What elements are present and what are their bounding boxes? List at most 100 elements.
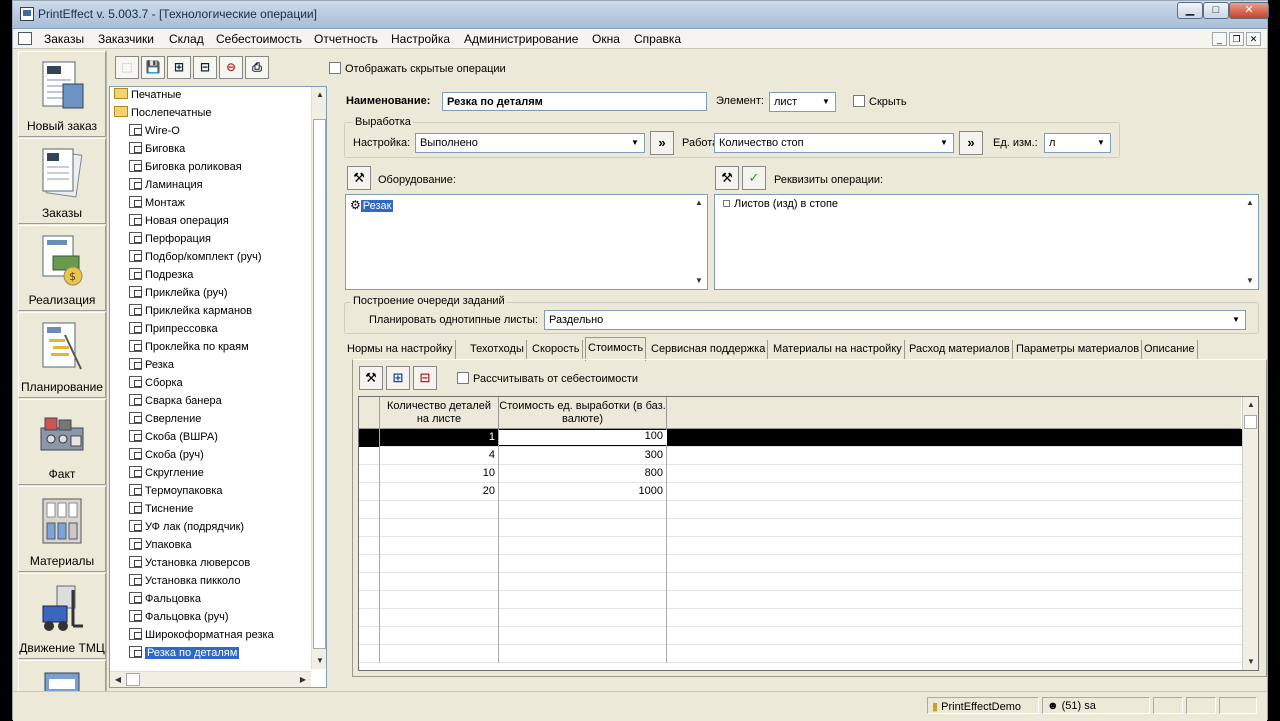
table-row[interactable]: 4 300 — [359, 447, 1242, 465]
tree-item[interactable]: Проклейка по краям — [129, 339, 249, 357]
scroll-right-icon[interactable]: ▶ — [295, 672, 311, 687]
nav-sales[interactable]: $ Реализация — [18, 225, 106, 311]
setup-select[interactable]: Выполнено ▼ — [415, 133, 645, 153]
scroll-down-icon[interactable]: ▼ — [312, 653, 326, 669]
scroll-up-icon[interactable]: ▲ — [312, 87, 326, 103]
cost-tools-button[interactable]: ⚒ — [359, 366, 383, 390]
scroll-thumb[interactable] — [126, 673, 140, 686]
unit-select[interactable]: л ▼ — [1044, 133, 1111, 153]
tree-item[interactable]: Подбор/комплект (руч) — [129, 249, 261, 267]
qty-cell[interactable]: 10 — [380, 467, 499, 479]
tab-description[interactable]: Описание — [1142, 340, 1198, 360]
tree-hscroll[interactable]: ◀ ▶ — [110, 671, 311, 687]
tree-item[interactable]: Wire-O — [129, 123, 180, 141]
row-indicator[interactable] — [359, 627, 380, 645]
nav-fact[interactable]: Факт — [18, 399, 106, 485]
list-item[interactable]: Листов (изд) в стопе — [723, 198, 838, 210]
work-select[interactable]: Количество стоп ▼ — [714, 133, 954, 153]
add-child-button[interactable]: ⊟ — [193, 56, 217, 79]
tree-item[interactable]: Широкоформатная резка — [129, 627, 274, 645]
table-row[interactable] — [359, 591, 1242, 609]
menu-cost[interactable]: Себестоимость — [216, 32, 302, 46]
menu-customers[interactable]: Заказчики — [98, 32, 154, 46]
tree-item[interactable]: Новая операция — [129, 213, 229, 231]
delete-row-button[interactable]: ⊟ — [413, 366, 437, 390]
tree-item[interactable]: Монтаж — [129, 195, 185, 213]
tree-item[interactable]: Упаковка — [129, 537, 192, 555]
plan-select[interactable]: Раздельно ▼ — [544, 310, 1246, 330]
tree-folder[interactable]: Послепечатные — [114, 105, 212, 123]
row-indicator[interactable] — [359, 483, 380, 501]
table-row[interactable] — [359, 573, 1242, 591]
menu-windows[interactable]: Окна — [592, 32, 620, 46]
title-bar[interactable]: PrintEffect v. 5.003.7 - [Технологически… — [13, 1, 1269, 29]
tree-item[interactable]: Биговка — [129, 141, 185, 159]
tree-item[interactable]: Резка по деталям — [129, 645, 240, 663]
show-hidden-checkbox[interactable]: Отображать скрытые операции — [329, 62, 506, 75]
menu-orders[interactable]: Заказы — [44, 32, 84, 46]
requisites-tools-button[interactable]: ⚒ — [715, 166, 739, 190]
scroll-down-icon[interactable]: ▼ — [1243, 654, 1258, 670]
tree-item[interactable]: Фальцовка — [129, 591, 201, 609]
tree-item[interactable]: Термоупаковка — [129, 483, 223, 501]
calc-from-cost-checkbox[interactable]: Рассчитывать от себестоимости — [457, 372, 638, 385]
nav-materials[interactable]: Материалы — [18, 486, 106, 572]
scroll-up-icon[interactable]: ▲ — [1242, 195, 1258, 211]
table-row[interactable] — [359, 645, 1242, 663]
price-cell[interactable]: 800 — [499, 467, 667, 479]
scroll-thumb[interactable] — [1244, 415, 1257, 429]
scroll-left-icon[interactable]: ◀ — [110, 672, 126, 687]
scroll-up-icon[interactable]: ▲ — [1243, 397, 1258, 413]
save-button[interactable]: 💾 — [141, 56, 165, 79]
confirm-check-button[interactable]: ✓ — [742, 166, 766, 190]
tree-item[interactable]: Биговка роликовая — [129, 159, 242, 177]
menu-warehouse[interactable]: Склад — [169, 32, 204, 46]
cost-grid[interactable]: Количество деталей на листе Стоимость ед… — [358, 396, 1259, 671]
table-row[interactable]: 1 100 — [359, 429, 1242, 447]
mdi-close-button[interactable]: ✕ — [1246, 32, 1261, 46]
row-indicator[interactable] — [359, 519, 380, 537]
menu-admin[interactable]: Администрирование — [464, 32, 578, 46]
tree-item[interactable]: Перфорация — [129, 231, 211, 249]
nav-orders[interactable]: Заказы — [18, 138, 106, 224]
grid-vscroll[interactable]: ▲ ▼ — [1242, 397, 1258, 670]
add-row-button[interactable]: ⊞ — [386, 366, 410, 390]
tree-item[interactable]: Ламинация — [129, 177, 203, 195]
table-row[interactable] — [359, 609, 1242, 627]
tree-item[interactable]: Сварка банера — [129, 393, 222, 411]
tree-item[interactable]: Скоба (ВШРА) — [129, 429, 218, 447]
tab-setup-norms[interactable]: Нормы на настройку — [345, 340, 456, 360]
table-row[interactable] — [359, 519, 1242, 537]
equipment-tools-button[interactable]: ⚒ — [347, 166, 371, 190]
calc-from-cost-box[interactable] — [457, 372, 469, 384]
tab-setup-materials[interactable]: Материалы на настройку — [771, 340, 905, 360]
qty-cell[interactable]: 1 — [380, 431, 499, 443]
tree-vscroll[interactable]: ▲ ▼ — [311, 87, 326, 669]
tree-item[interactable]: Скругление — [129, 465, 204, 483]
tab-speed[interactable]: Скорость — [530, 340, 583, 360]
row-indicator[interactable] — [359, 537, 380, 555]
scroll-down-icon[interactable]: ▼ — [1242, 273, 1258, 289]
tab-material-params[interactable]: Параметры материалов — [1014, 340, 1143, 360]
tree-item[interactable]: Припрессовка — [129, 321, 218, 339]
nav-new-order[interactable]: Новый заказ — [18, 51, 106, 137]
tab-cost[interactable]: Стоимость — [585, 337, 647, 361]
row-indicator[interactable] — [359, 501, 380, 519]
document-icon[interactable] — [18, 32, 32, 45]
tree-item[interactable]: Установка пикколо — [129, 573, 240, 591]
menu-help[interactable]: Справка — [634, 32, 681, 46]
tab-service-support[interactable]: Сервисная поддержка — [649, 340, 769, 360]
requisites-list[interactable]: Листов (изд) в стопе ▲ ▼ — [714, 194, 1259, 290]
qty-cell[interactable]: 4 — [380, 449, 499, 461]
price-cell[interactable]: 100 — [499, 430, 667, 445]
column-header[interactable]: Стоимость ед. выработки (в баз. валюте) — [499, 397, 667, 429]
table-row[interactable]: 20 1000 — [359, 483, 1242, 501]
table-row[interactable] — [359, 627, 1242, 645]
nav-stock-movement[interactable]: Движение ТМЦ — [18, 573, 106, 659]
table-row[interactable]: 10 800 — [359, 465, 1242, 483]
tab-waste[interactable]: Техотходы — [468, 340, 527, 360]
minimize-button[interactable]: ▁ — [1177, 2, 1203, 19]
row-indicator[interactable] — [359, 573, 380, 591]
table-row[interactable] — [359, 501, 1242, 519]
list-item[interactable]: ⚙ Резак — [350, 198, 394, 212]
